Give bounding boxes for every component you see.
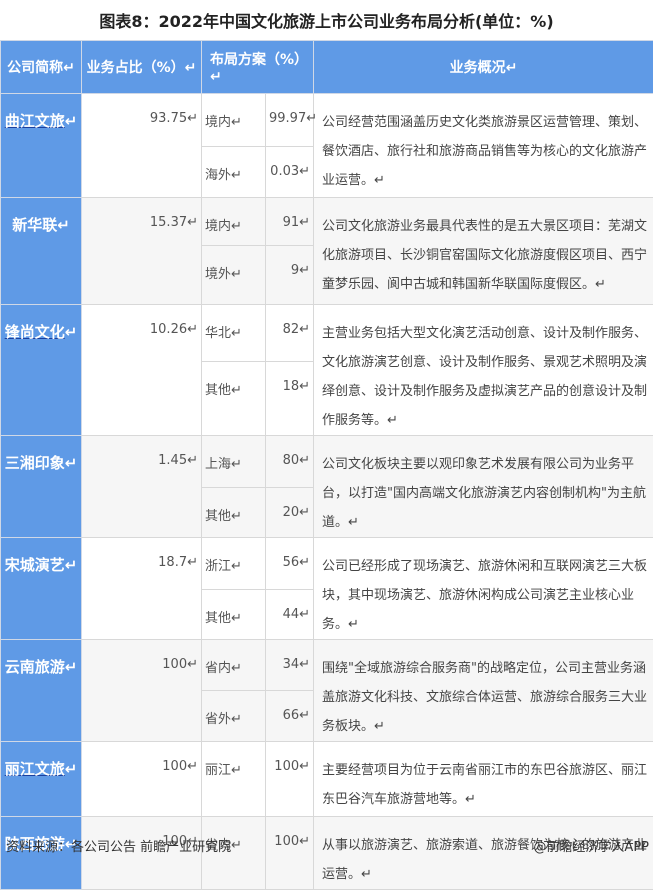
company-name: 宋城演艺↵ — [1, 538, 82, 640]
source-note: 资料来源：各公司公告 前瞻产业研究院 — [6, 836, 231, 855]
layout-region: 境内↵ — [202, 94, 266, 147]
company-name[interactable]: 丽江文旅↵ — [1, 742, 82, 817]
business-overview: 围绕"全域旅游综合服务商"的战略定位，公司主营业务涵盖旅游文化科技、文旅综合体运… — [314, 640, 653, 742]
business-overview: 公司经营范围涵盖历史文化类旅游景区运营管理、策划、餐饮酒店、旅行社和旅游商品销售… — [314, 94, 653, 198]
table-row: 新华联↵15.37↵境内↵91↵公司文化旅游业务最具代表性的是五大景区项目：芜湖… — [1, 198, 653, 246]
layout-region: 海外↵ — [202, 147, 266, 198]
business-share: 1.45↵ — [82, 436, 202, 538]
layout-region: 华北↵ — [202, 305, 266, 362]
business-share: 100↵ — [82, 640, 202, 742]
header-layout: 布局方案（%）↵ — [202, 41, 314, 94]
table-row: 云南旅游↵100↵省内↵34↵围绕"全域旅游综合服务商"的战略定位，公司主营业务… — [1, 640, 653, 691]
business-share: 93.75↵ — [82, 94, 202, 198]
business-overview: 公司已经形成了现场演艺、旅游休闲和互联网演艺三大板块，其中现场演艺、旅游休闲构成… — [314, 538, 653, 640]
header-overview: 业务概况↵ — [314, 41, 653, 94]
business-overview: 公司文化板块主要以观印象艺术发展有限公司为业务平台，以打造"国内高端文化旅游演艺… — [314, 436, 653, 538]
company-name: 云南旅游↵ — [1, 640, 82, 742]
business-share: 100↵ — [82, 742, 202, 817]
table-row: 三湘印象↵1.45↵上海↵80↵公司文化板块主要以观印象艺术发展有限公司为业务平… — [1, 436, 653, 488]
table-row: 曲江文旅↵93.75↵境内↵99.97↵公司经营范围涵盖历史文化类旅游景区运营管… — [1, 94, 653, 147]
header-row: 公司简称↵ 业务占比（%）↵ 布局方案（%）↵ 业务概况↵ — [1, 41, 653, 94]
layout-percent: 80↵ — [266, 436, 314, 488]
layout-region: 省内↵ — [202, 640, 266, 691]
layout-percent: 9↵ — [266, 246, 314, 305]
layout-percent: 44↵ — [266, 589, 314, 639]
layout-percent: 100↵ — [266, 817, 314, 890]
layout-percent: 66↵ — [266, 691, 314, 742]
company-name: 三湘印象↵ — [1, 436, 82, 538]
layout-percent: 56↵ — [266, 538, 314, 590]
table-row: 宋城演艺↵18.7↵浙江↵56↵公司已经形成了现场演艺、旅游休闲和互联网演艺三大… — [1, 538, 653, 590]
layout-percent: 18↵ — [266, 362, 314, 436]
layout-percent: 82↵ — [266, 305, 314, 362]
business-overview: 主要经营项目为位于云南省丽江市的东巴谷旅游区、丽江东巴谷汽车旅游营地等。↵ — [314, 742, 653, 817]
business-share: 15.37↵ — [82, 198, 202, 305]
layout-region: 境外↵ — [202, 246, 266, 305]
brand-credit: @前瞻经济学人APP — [533, 836, 649, 855]
company-name[interactable]: 锋尚文化↵ — [1, 305, 82, 436]
layout-percent: 34↵ — [266, 640, 314, 691]
table-row: 锋尚文化↵10.26↵华北↵82↵主营业务包括大型文化演艺活动创意、设计及制作服… — [1, 305, 653, 362]
company-name: 新华联↵ — [1, 198, 82, 305]
business-overview: 公司文化旅游业务最具代表性的是五大景区项目：芜湖文化旅游项目、长沙铜官窑国际文化… — [314, 198, 653, 305]
page-title: 图表8：2022年中国文化旅游上市公司业务布局分析(单位：%) — [0, 8, 653, 32]
layout-region: 浙江↵ — [202, 538, 266, 590]
header-company: 公司简称↵ — [1, 41, 82, 94]
layout-region: 其他↵ — [202, 362, 266, 436]
business-share: 10.26↵ — [82, 305, 202, 436]
layout-region: 其他↵ — [202, 487, 266, 537]
layout-percent: 0.03↵ — [266, 147, 314, 198]
layout-region: 上海↵ — [202, 436, 266, 488]
layout-percent: 91↵ — [266, 198, 314, 246]
business-overview: 主营业务包括大型文化演艺活动创意、设计及制作服务、文化旅游演艺创意、设计及制作服… — [314, 305, 653, 436]
business-share: 18.7↵ — [82, 538, 202, 640]
layout-region: 境内↵ — [202, 198, 266, 246]
layout-percent: 100↵ — [266, 742, 314, 817]
layout-percent: 99.97↵ — [266, 94, 314, 147]
header-share: 业务占比（%）↵ — [82, 41, 202, 94]
layout-region: 其他↵ — [202, 589, 266, 639]
layout-percent: 20↵ — [266, 487, 314, 537]
company-name[interactable]: 曲江文旅↵ — [1, 94, 82, 198]
layout-region: 丽江↵ — [202, 742, 266, 817]
table-row: 丽江文旅↵100↵丽江↵100↵主要经营项目为位于云南省丽江市的东巴谷旅游区、丽… — [1, 742, 653, 817]
layout-region: 省外↵ — [202, 691, 266, 742]
business-layout-table: 公司简称↵ 业务占比（%）↵ 布局方案（%）↵ 业务概况↵ 曲江文旅↵93.75… — [0, 40, 653, 890]
